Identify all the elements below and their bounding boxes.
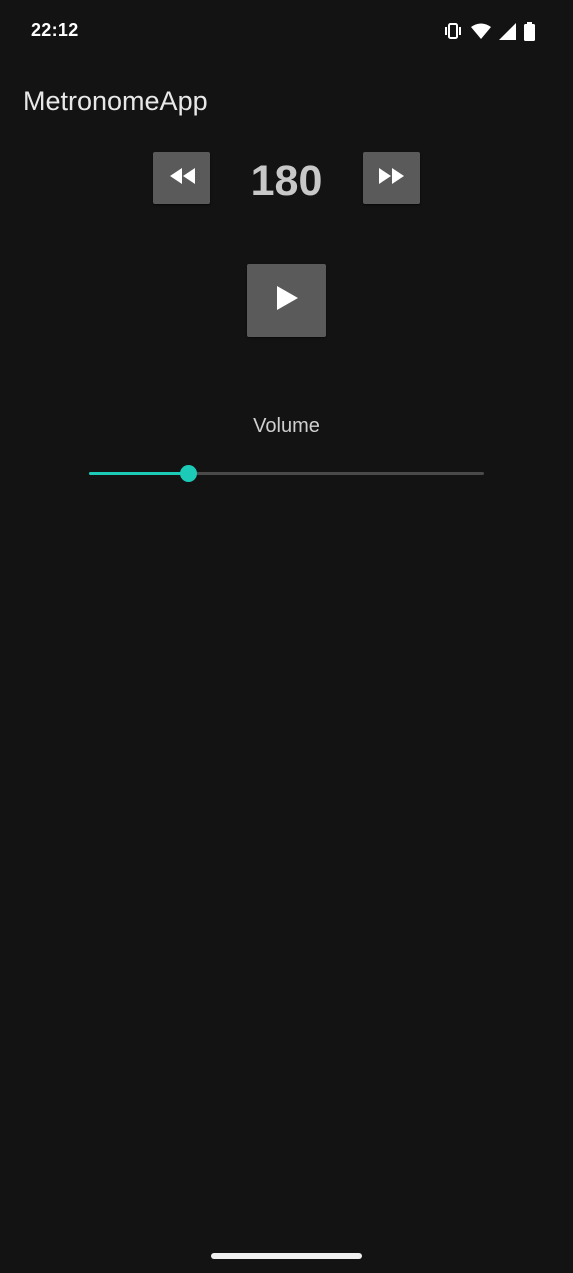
volume-slider-fill [89,472,188,475]
status-icons [443,20,535,42]
play-icon [274,285,300,316]
bpm-value: 180 [250,157,323,205]
navigation-handle[interactable] [211,1253,362,1259]
cellular-signal-icon [499,22,516,40]
volume-slider-thumb[interactable] [180,465,197,482]
status-time: 22:12 [31,20,79,40]
increase-tempo-button[interactable] [363,152,420,204]
volume-label: Volume [253,415,320,437]
battery-icon [524,21,535,41]
rewind-icon [167,166,197,191]
wifi-icon [471,23,491,40]
volume-slider[interactable] [89,462,484,484]
status-bar: 22:12 [0,0,573,62]
vibrate-icon [443,22,463,40]
app-title: MetronomeApp [23,86,208,116]
play-button[interactable] [247,264,326,337]
tempo-controls: 180 [0,152,573,205]
fast-forward-icon [377,166,407,191]
decrease-tempo-button[interactable] [153,152,210,204]
